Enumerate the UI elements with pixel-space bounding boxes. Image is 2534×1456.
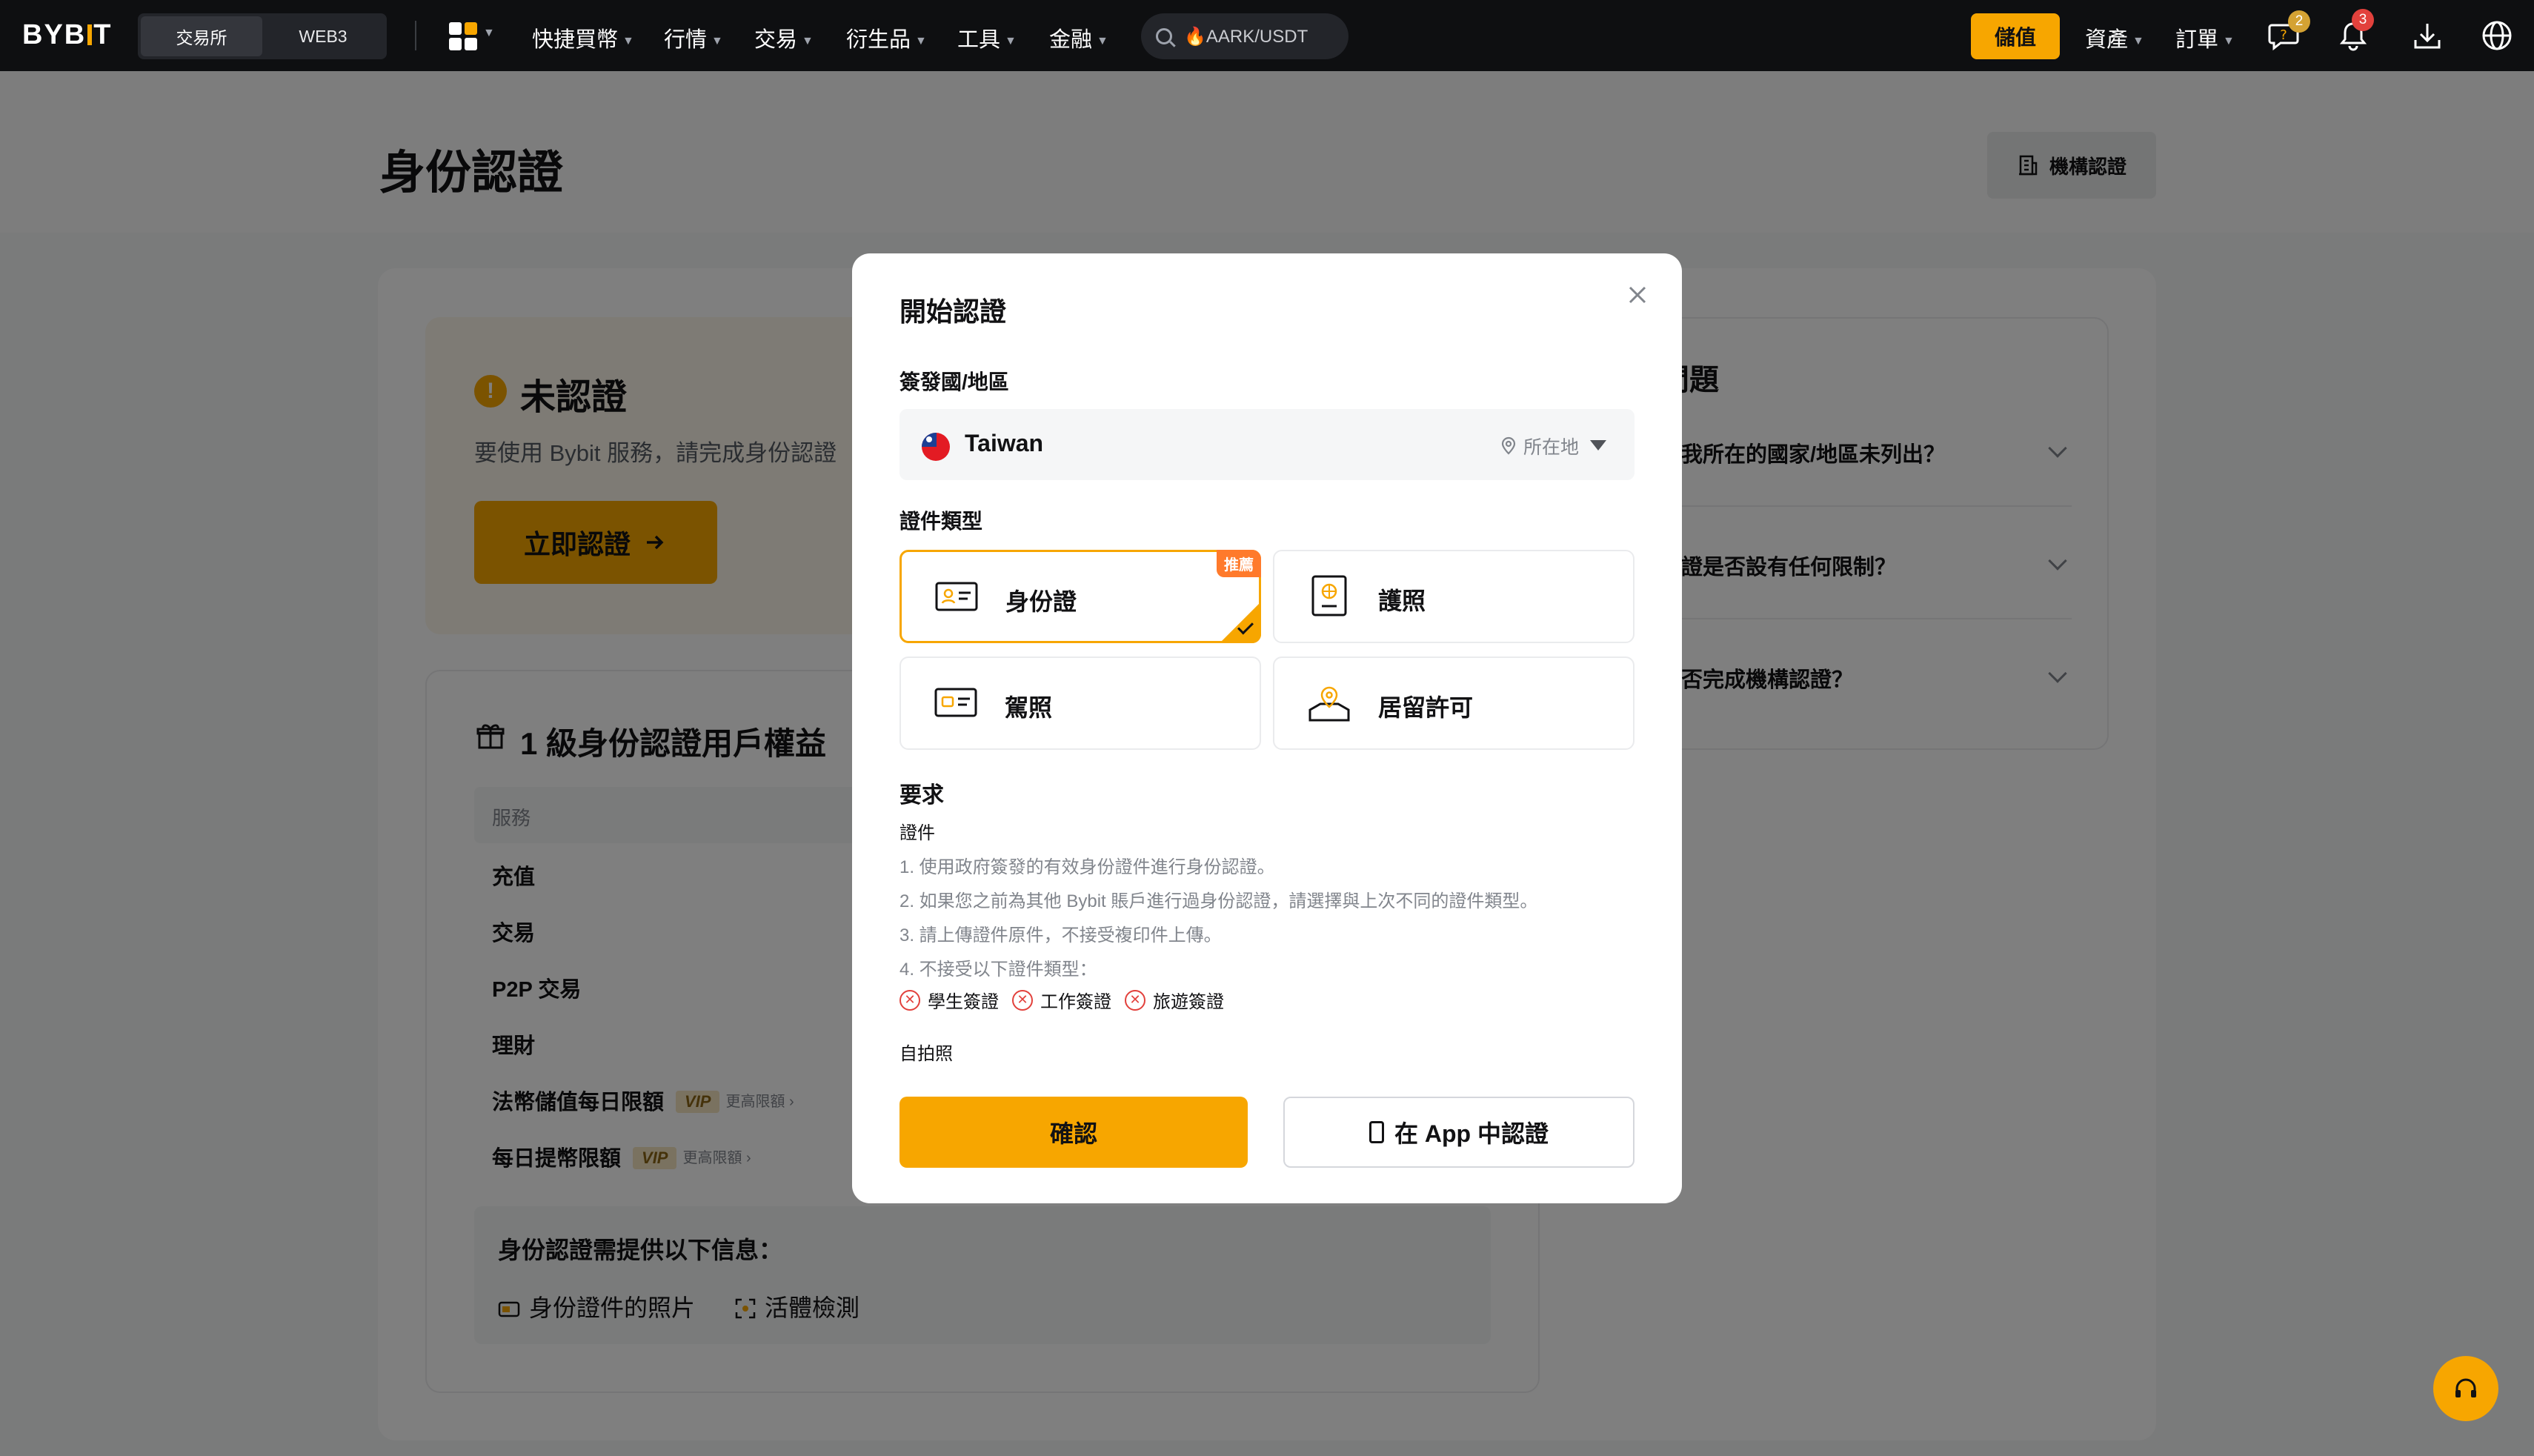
confirm-button[interactable]: 確認 bbox=[899, 1097, 1248, 1168]
deposit-button[interactable]: 儲值 bbox=[1971, 13, 2060, 59]
location-tag: 所在地 bbox=[1500, 433, 1579, 459]
top-nav: BYB T 交易所 WEB3 ▼ 快捷買幣 ▼ 行情 ▼ 交易 ▼ 衍生品 ▼ 工具 ▼ 金… bbox=[0, 0, 2534, 71]
chevron-down-icon bbox=[1590, 440, 1606, 451]
rejected-doc-item: ✕ 學生簽證 bbox=[899, 987, 999, 1013]
apps-grid-icon[interactable] bbox=[449, 22, 477, 50]
svg-text:?: ? bbox=[2280, 27, 2287, 43]
location-pin-icon bbox=[1501, 436, 1516, 455]
phone-icon bbox=[1369, 1121, 1384, 1143]
driver-license-icon bbox=[934, 688, 977, 717]
requirement-line: 2. 如果您之前為其他 Bybit 賬戶進行過身份認證，請選擇與上次不同的證件類… bbox=[899, 891, 1538, 911]
id-card-icon bbox=[935, 582, 978, 611]
doc-type-label: 證件類型 bbox=[899, 510, 983, 533]
platform-switch: 交易所 WEB3 bbox=[138, 13, 387, 59]
requirements-title: 要求 bbox=[899, 783, 944, 808]
modal-title: 開始認證 bbox=[899, 296, 1007, 327]
requirement-line: 1. 使用政府簽發的有效身份證件進行身份認證。 bbox=[899, 857, 1275, 877]
reject-icon: ✕ bbox=[899, 989, 920, 1011]
nav-derivatives[interactable]: 衍生品 ▼ bbox=[846, 22, 927, 53]
doc-section-label: 證件 bbox=[899, 823, 935, 843]
search-icon bbox=[1156, 28, 1172, 44]
recommended-badge: 推薦 bbox=[1217, 550, 1261, 577]
start-verification-modal: 開始認證 簽發國/地區 Taiwan 所在地 證件類型 身份證 推薦 護照 駕照… bbox=[852, 253, 1682, 1203]
country-value: Taiwan bbox=[965, 430, 1044, 456]
chat-icon[interactable]: ? 2 bbox=[2266, 10, 2310, 53]
doc-option-driver-license[interactable]: 駕照 bbox=[899, 656, 1261, 750]
rejected-doc-item: ✕ 工作簽證 bbox=[1012, 987, 1111, 1013]
chevron-down-icon: ▼ bbox=[483, 27, 495, 39]
tab-exchange[interactable]: 交易所 bbox=[141, 16, 262, 56]
chat-badge: 2 bbox=[2288, 10, 2310, 33]
taiwan-flag-icon bbox=[922, 433, 950, 461]
nav-assets[interactable]: 資產 ▼ bbox=[2085, 22, 2144, 53]
bell-icon[interactable]: 3 bbox=[2335, 9, 2374, 53]
country-label: 簽發國/地區 bbox=[899, 370, 1009, 393]
tab-web3[interactable]: WEB3 bbox=[262, 16, 384, 56]
reject-icon: ✕ bbox=[1012, 989, 1033, 1011]
support-headset-icon[interactable] bbox=[2433, 1356, 2498, 1421]
verify-in-app-button[interactable]: 在 App 中認證 bbox=[1283, 1097, 1635, 1168]
rejected-doc-item: ✕ 旅遊簽證 bbox=[1125, 987, 1224, 1013]
nav-finance[interactable]: 金融 ▼ bbox=[1049, 22, 1108, 53]
requirement-line: 3. 請上傳證件原件，不接受複印件上傳。 bbox=[899, 925, 1222, 945]
notification-badge: 3 bbox=[2352, 9, 2374, 31]
doc-option-residence-permit[interactable]: 居留許可 bbox=[1273, 656, 1635, 750]
selected-indicator bbox=[1220, 602, 1261, 643]
nav-trade[interactable]: 交易 ▼ bbox=[754, 22, 814, 53]
nav-orders[interactable]: 訂單 ▼ bbox=[2175, 22, 2235, 53]
requirement-line: 4. 不接受以下證件類型： bbox=[899, 960, 1097, 980]
doc-option-passport[interactable]: 護照 bbox=[1273, 550, 1635, 643]
search-input[interactable]: 🔥AARK/USDT bbox=[1141, 13, 1349, 59]
bybit-logo[interactable]: BYB T bbox=[22, 19, 112, 51]
residence-permit-icon bbox=[1308, 686, 1350, 722]
country-select[interactable]: Taiwan 所在地 bbox=[899, 409, 1635, 480]
reject-icon: ✕ bbox=[1125, 989, 1145, 1011]
nav-quick-buy[interactable]: 快捷買幣 ▼ bbox=[532, 22, 634, 53]
download-icon[interactable] bbox=[2410, 18, 2445, 53]
nav-markets[interactable]: 行情 ▼ bbox=[664, 22, 723, 53]
passport-icon bbox=[1311, 575, 1347, 616]
close-icon[interactable] bbox=[1623, 280, 1652, 310]
nav-divider bbox=[415, 21, 416, 50]
nav-tools[interactable]: 工具 ▼ bbox=[957, 22, 1017, 53]
globe-icon[interactable] bbox=[2479, 18, 2515, 53]
selfie-section-label: 自拍照 bbox=[899, 1044, 953, 1064]
doc-option-id-card[interactable]: 身份證 推薦 bbox=[899, 550, 1261, 643]
